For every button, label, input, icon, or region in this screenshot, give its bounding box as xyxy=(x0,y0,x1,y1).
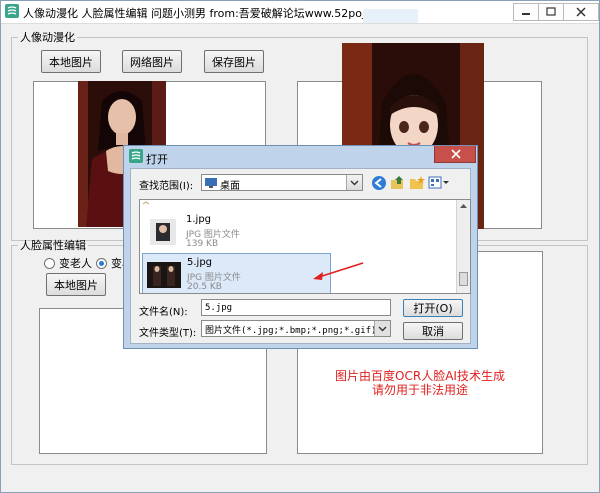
up-folder-icon[interactable] xyxy=(390,175,406,191)
minimize-icon xyxy=(522,13,530,15)
view-menu-icon[interactable] xyxy=(428,175,450,191)
app-icon xyxy=(5,4,19,18)
close-button[interactable] xyxy=(563,3,599,21)
scroll-up-icon xyxy=(460,204,467,208)
notice-line-2: 请勿用于非法用途 xyxy=(371,383,468,397)
filetype-dropdown[interactable] xyxy=(374,321,390,336)
radio-old[interactable]: 变老人 xyxy=(44,255,92,271)
file-1-thumbnail xyxy=(150,219,176,245)
window-title: 人像动漫化 人脸属性编辑 问题小测男 from:吾爱破解论坛www.52poji… xyxy=(23,7,392,20)
filename-input[interactable] xyxy=(201,299,391,316)
face-local-image-button[interactable]: 本地图片 xyxy=(46,273,106,296)
radio-young-indicator xyxy=(96,257,107,269)
file-1-size: 139 KB xyxy=(186,239,219,249)
file-5-thumbnail xyxy=(147,262,181,288)
file-item-5[interactable]: 5.jpg JPG 图片文件 20.5 KB xyxy=(142,253,331,293)
anime-save-image-button[interactable]: 保存图片 xyxy=(204,50,264,73)
look-in-combo[interactable]: 桌面 xyxy=(201,174,363,192)
main-window: 人像动漫化 人脸属性编辑 问题小测男 from:吾爱破解论坛www.52poji… xyxy=(0,0,600,493)
new-folder-icon[interactable] xyxy=(409,175,425,191)
filename-label: 文件名(N): xyxy=(139,307,188,318)
annotation-arrow xyxy=(313,262,364,280)
file-list-scrollbar[interactable] xyxy=(456,200,470,293)
face-edit-group-legend: 人脸属性编辑 xyxy=(20,239,86,252)
scrollbar-thumb[interactable] xyxy=(459,272,468,286)
maximize-icon xyxy=(546,7,556,16)
chevron-down-icon xyxy=(378,326,387,332)
filetype-combo[interactable]: 图片文件(*.jpg;*.bmp;*.png;*.gif) xyxy=(201,320,391,337)
partial-file-icon xyxy=(142,201,150,205)
open-button[interactable]: 打开(O) xyxy=(403,299,463,317)
close-icon xyxy=(576,7,586,17)
title-highlight xyxy=(363,9,418,23)
dialog-app-icon xyxy=(129,149,143,163)
anime-group-legend: 人像动漫化 xyxy=(20,31,75,44)
look-in-value: 桌面 xyxy=(220,181,240,192)
file-1-name: 1.jpg xyxy=(186,214,212,225)
minimize-button[interactable] xyxy=(513,3,539,21)
filetype-value: 图片文件(*.jpg;*.bmp;*.png;*.gif) xyxy=(205,326,377,336)
dialog-close-button[interactable] xyxy=(434,146,476,163)
look-in-label: 查找范围(I): xyxy=(139,181,194,192)
anime-network-image-button[interactable]: 网络图片 xyxy=(122,50,182,73)
radio-old-label: 变老人 xyxy=(59,257,92,270)
maximize-button[interactable] xyxy=(538,3,564,21)
dialog-body: 查找范围(I): 桌面 1.jpg JPG 图片文件 139 KB 5.jpg … xyxy=(130,168,471,344)
cancel-button[interactable]: 取消 xyxy=(403,322,463,340)
dialog-close-icon xyxy=(451,149,461,159)
dialog-title: 打开 xyxy=(146,153,168,166)
open-file-dialog: 打开 查找范围(I): 桌面 1.jpg JPG 图片文件 139 KB 5.j… xyxy=(123,145,478,349)
radio-old-indicator xyxy=(44,257,55,269)
look-in-dropdown[interactable] xyxy=(346,175,362,190)
file-item-1[interactable]: 1.jpg JPG 图片文件 139 KB xyxy=(142,211,331,253)
file-list[interactable]: 1.jpg JPG 图片文件 139 KB 5.jpg JPG 图片文件 20.… xyxy=(139,199,471,294)
back-icon[interactable] xyxy=(371,175,387,191)
file-5-size: 20.5 KB xyxy=(187,282,222,292)
filetype-label: 文件类型(T): xyxy=(139,328,197,339)
file-5-name: 5.jpg xyxy=(187,257,213,268)
chevron-down-icon xyxy=(350,180,359,186)
title-bar: 人像动漫化 人脸属性编辑 问题小测男 from:吾爱破解论坛www.52poji… xyxy=(1,1,599,24)
anime-local-image-button[interactable]: 本地图片 xyxy=(41,50,101,73)
desktop-icon xyxy=(205,178,217,188)
